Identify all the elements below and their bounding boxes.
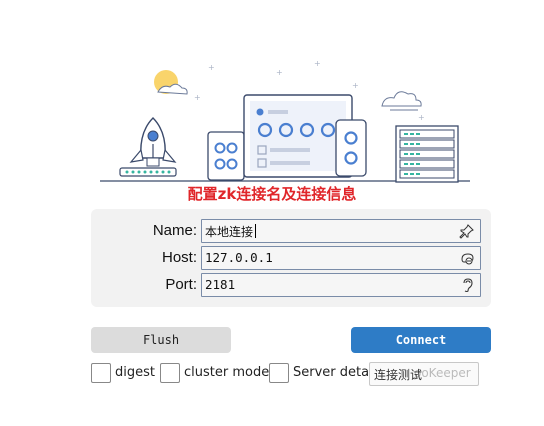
- cluster-mode-checkbox[interactable]: [160, 363, 180, 383]
- server-rack-icon: [395, 125, 459, 183]
- server-detail-checkbox[interactable]: [269, 363, 289, 383]
- sun-icon: [154, 70, 188, 95]
- port-row: Port: 2181: [91, 273, 491, 297]
- host-input[interactable]: 127.0.0.1: [201, 246, 481, 270]
- name-input[interactable]: 本地连接: [201, 219, 481, 243]
- phone-icon: [335, 119, 367, 177]
- test-connection-label: 连接测试: [374, 368, 423, 382]
- test-overlap-text: ooKeeper: [414, 366, 471, 380]
- digest-checkbox[interactable]: [91, 363, 111, 383]
- digest-label: digest: [115, 365, 155, 380]
- rocket-icon: [119, 117, 177, 177]
- cloud-icon: [381, 91, 422, 111]
- name-row: Name: 本地连接: [91, 219, 491, 243]
- host-value: 127.0.0.1: [205, 250, 273, 265]
- network-icon[interactable]: [459, 250, 475, 266]
- name-label: Name:: [152, 222, 197, 239]
- cluster-mode-label: cluster mode: [184, 365, 270, 380]
- host-row: Host: 127.0.0.1: [91, 246, 491, 270]
- ear-icon[interactable]: [459, 277, 475, 293]
- connection-form: Name: 本地连接 Host: 127.0.0.1 Port: 2181: [91, 209, 491, 307]
- svg-text:+: +: [276, 68, 283, 77]
- port-value: 2181: [205, 277, 236, 292]
- svg-text:+: +: [314, 60, 321, 68]
- server-detail-label: Server detail: [293, 365, 377, 380]
- caption-text: 配置zk连接名及连接信息: [187, 185, 357, 203]
- host-label: Host:: [161, 249, 197, 266]
- name-value: 本地连接: [205, 225, 254, 239]
- connect-button[interactable]: Connect: [351, 327, 491, 353]
- svg-text:+: +: [418, 113, 425, 122]
- test-connection-button[interactable]: ooKeeper 连接测试: [369, 362, 479, 386]
- port-input[interactable]: 2181: [201, 273, 481, 297]
- flush-button[interactable]: Flush: [91, 327, 231, 353]
- port-label: Port:: [165, 276, 197, 293]
- server-illustration: + + + + + +: [100, 60, 470, 183]
- svg-text:+: +: [208, 63, 215, 72]
- svg-text:+: +: [194, 93, 201, 102]
- svg-text:+: +: [352, 81, 359, 90]
- options-row: digest cluster mode Server detail ooKeep…: [0, 362, 544, 386]
- pin-icon[interactable]: [459, 223, 475, 239]
- tablet-icon: [207, 131, 245, 181]
